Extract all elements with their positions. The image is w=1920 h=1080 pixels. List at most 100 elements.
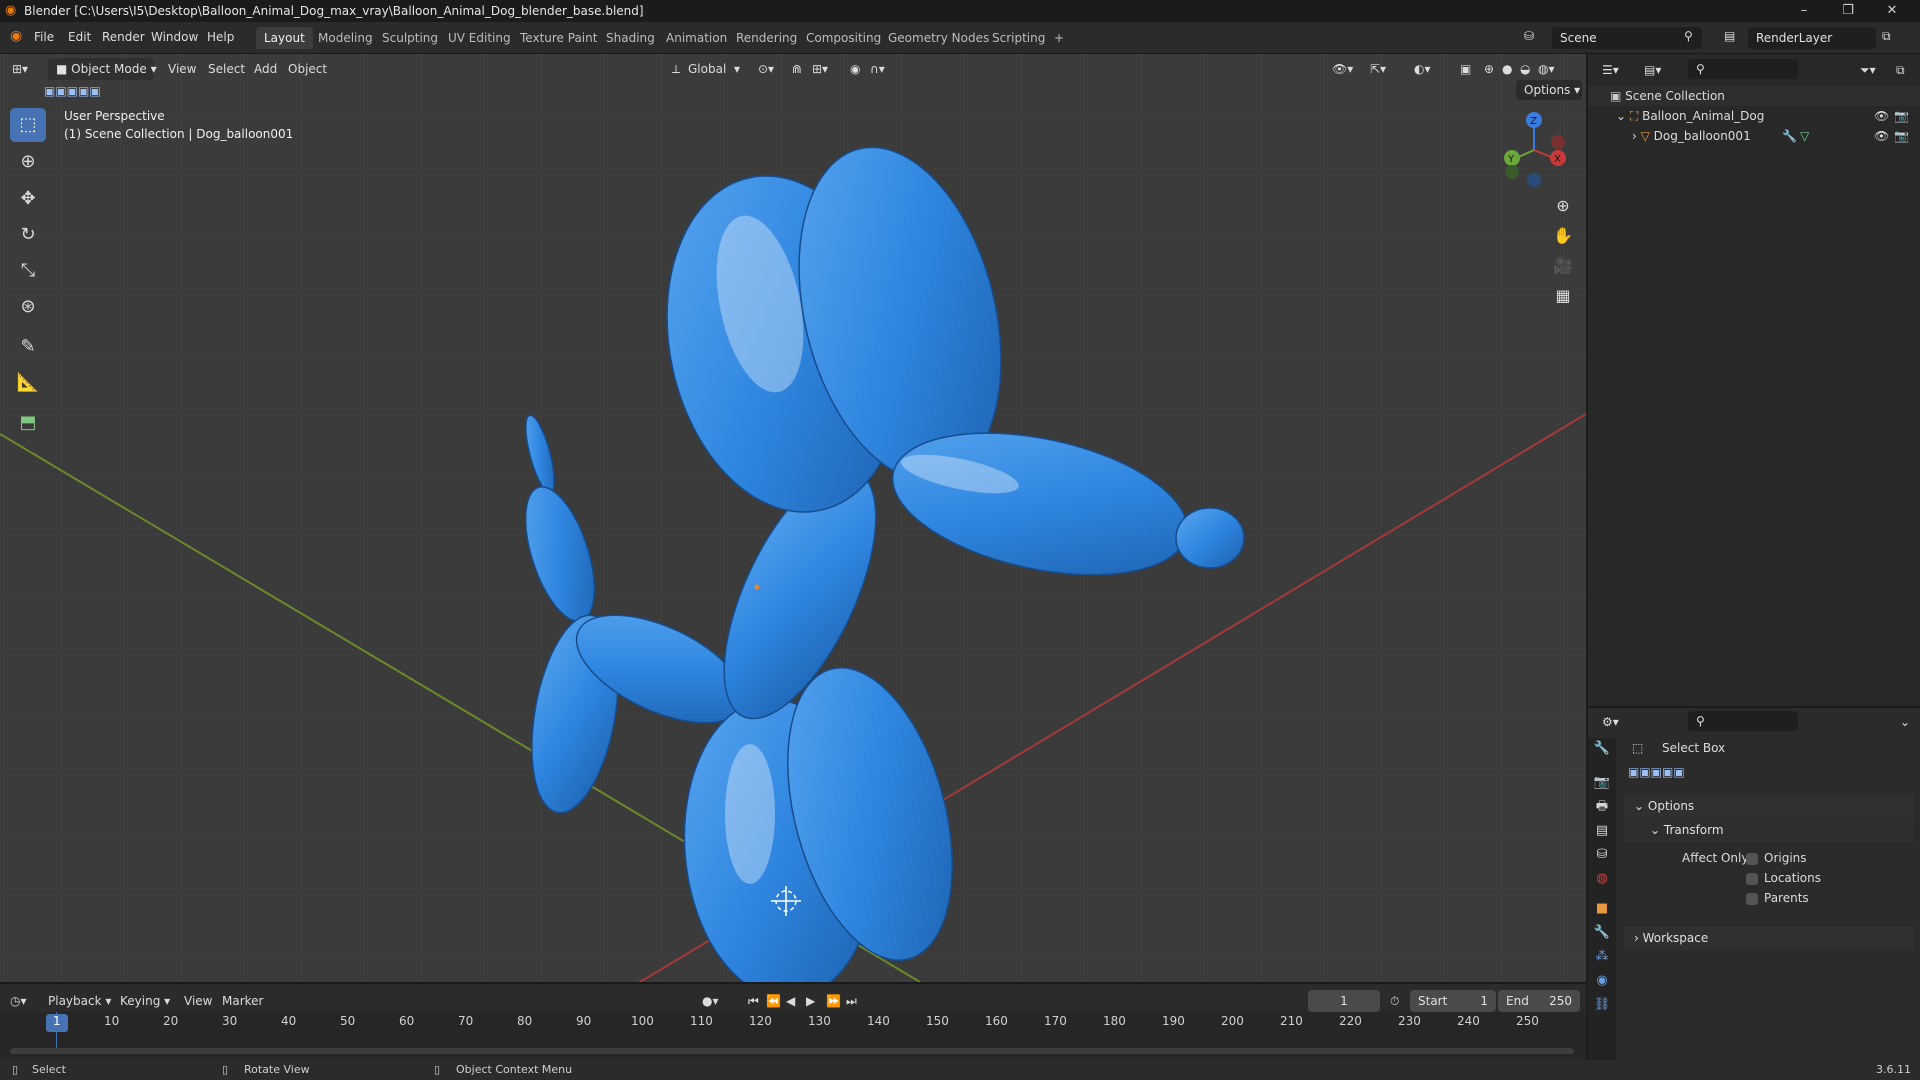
minimize-button[interactable]: –	[1782, 0, 1826, 22]
outliner-row-object[interactable]: › ▽ Dog_balloon001	[1588, 126, 1920, 146]
cursor-tool-icon[interactable]: ⊕	[10, 145, 46, 179]
move-tool-icon[interactable]: ✥	[10, 182, 46, 216]
tab-texture-paint[interactable]: Texture Paint	[512, 27, 605, 49]
editor-type-icon[interactable]: ⊞▾	[12, 58, 28, 80]
checkbox-box[interactable]	[1746, 872, 1758, 885]
timeline-scrollbar[interactable]	[10, 1048, 1574, 1054]
play-icon[interactable]: ▶	[806, 990, 815, 1012]
rotate-tool-icon[interactable]: ↻	[10, 218, 46, 252]
annotate-tool-icon[interactable]: ✎	[10, 330, 46, 364]
collapse-chevron-icon[interactable]: ›	[1632, 129, 1641, 143]
checkbox-box[interactable]	[1746, 852, 1758, 865]
perspective-toggle-icon[interactable]: ▦	[1548, 282, 1578, 310]
pivot-point-icon[interactable]: ⊙▾	[758, 58, 774, 80]
object-render-icon[interactable]: 📷	[1894, 126, 1909, 146]
menu-select[interactable]: Select	[208, 58, 245, 80]
menu-window[interactable]: Window	[151, 30, 198, 44]
options-panel-header[interactable]: ⌄ Options	[1624, 794, 1914, 818]
origins-checkbox[interactable]: Origins	[1746, 848, 1807, 868]
properties-search-input[interactable]: ⚲	[1688, 711, 1798, 731]
jump-end-icon[interactable]: ⏭	[846, 990, 857, 1012]
play-reverse-icon[interactable]: ◀	[786, 990, 795, 1012]
options-dropdown[interactable]: Options ▾	[1516, 80, 1582, 100]
menu-view[interactable]: View	[168, 58, 196, 80]
3d-viewport[interactable]: Z Y X User Perspective (1) Scene Collect…	[0, 54, 1586, 982]
jump-keyframe-back-icon[interactable]: ⏪	[766, 990, 781, 1012]
outliner-editor-icon[interactable]: ☰▾	[1602, 60, 1619, 80]
add-cube-tool-icon[interactable]: ⬒	[10, 406, 46, 440]
timeline-editor-icon[interactable]: ◷▾	[10, 990, 27, 1012]
transform-tool-icon[interactable]: ⊛	[10, 290, 46, 324]
add-workspace-button[interactable]: +	[1046, 27, 1072, 49]
new-collection-icon[interactable]: ⧉	[1896, 60, 1905, 80]
menu-render[interactable]: Render	[102, 30, 145, 44]
tab-scripting[interactable]: Scripting	[984, 27, 1053, 49]
tab-sculpting[interactable]: Sculpting	[374, 27, 446, 49]
current-frame-field[interactable]: 1	[1308, 990, 1380, 1012]
properties-options-chevron-icon[interactable]: ⌄	[1900, 712, 1910, 732]
modifier-tab-icon[interactable]: 🔧	[1592, 922, 1612, 944]
render-tab-icon[interactable]: 📷	[1592, 772, 1612, 794]
tab-animation[interactable]: Animation	[658, 27, 735, 49]
jump-start-icon[interactable]: ⏮	[748, 990, 759, 1012]
menu-edit[interactable]: Edit	[68, 30, 91, 44]
output-tab-icon[interactable]: 🖶	[1592, 796, 1612, 818]
close-button[interactable]: ✕	[1870, 0, 1914, 22]
tool-mode-icons[interactable]: ▣▣▣▣▣	[1628, 762, 1685, 782]
jump-keyframe-forward-icon[interactable]: ⏩	[826, 990, 841, 1012]
select-mode-icons[interactable]: ▣▣▣▣▣	[44, 80, 101, 102]
record-icon[interactable]: ●▾	[702, 990, 719, 1012]
world-tab-icon[interactable]: ◍	[1592, 868, 1612, 890]
view-layer-tab-icon[interactable]: ▤	[1592, 820, 1612, 842]
render-layer-icon[interactable]: ▤	[1724, 29, 1735, 43]
menu-add[interactable]: Add	[254, 58, 277, 80]
scene-tab-icon[interactable]: ⛁	[1592, 844, 1612, 866]
workspace-panel-header[interactable]: › Workspace	[1624, 926, 1914, 950]
tab-shading[interactable]: Shading	[598, 27, 663, 49]
filter-icon[interactable]: ⏷▾	[1860, 60, 1876, 80]
camera-view-icon[interactable]: 🎥	[1548, 252, 1578, 280]
new-layer-icon[interactable]: ⧉	[1882, 29, 1891, 44]
select-box-tool-icon[interactable]: ⬚	[10, 108, 46, 142]
menu-timeline-view[interactable]: View	[184, 990, 212, 1012]
outliner-search-input[interactable]: ⚲	[1688, 59, 1798, 79]
pin-icon[interactable]: ⚲	[1684, 29, 1693, 43]
locations-checkbox[interactable]: Locations	[1746, 868, 1821, 888]
zoom-icon[interactable]: ⊕	[1548, 192, 1578, 220]
measure-tool-icon[interactable]: 📐	[10, 366, 46, 400]
object-tab-icon[interactable]: ■	[1592, 898, 1612, 920]
menu-playback[interactable]: Playback ▾	[48, 990, 111, 1012]
transform-subpanel-header[interactable]: ⌄ Transform	[1624, 818, 1914, 842]
expand-chevron-icon[interactable]: ⌄	[1616, 109, 1630, 123]
stopwatch-icon[interactable]: ⏱	[1390, 990, 1399, 1012]
menu-marker[interactable]: Marker	[222, 990, 263, 1012]
outliner-row-collection[interactable]: ⌄ ⛶ Balloon_Animal_Dog	[1588, 106, 1920, 126]
gizmo-toggle-icon[interactable]: ⇱▾	[1370, 58, 1386, 80]
tab-compositing[interactable]: Compositing	[798, 27, 889, 49]
shading-material-icon[interactable]: ◒	[1520, 58, 1530, 80]
display-mode-icon[interactable]: ▤▾	[1644, 60, 1661, 80]
shading-wireframe-icon[interactable]: ⊕	[1484, 58, 1494, 80]
proportional-edit-icon[interactable]: ◉	[850, 58, 860, 80]
properties-editor-icon[interactable]: ⚙▾	[1602, 712, 1619, 732]
collection-render-icon[interactable]: 📷	[1894, 106, 1909, 126]
tab-rendering[interactable]: Rendering	[728, 27, 805, 49]
tab-modeling[interactable]: Modeling	[310, 27, 381, 49]
mode-dropdown[interactable]: ■ Object Mode ▾	[48, 58, 157, 80]
falloff-icon[interactable]: ∩▾	[870, 58, 885, 80]
mesh-data-icon[interactable]: ▽	[1800, 126, 1809, 146]
snap-icon[interactable]: ⋒	[792, 58, 802, 80]
visibility-icon[interactable]: 👁▾	[1332, 58, 1353, 80]
orientation-dropdown[interactable]: Global	[688, 58, 726, 80]
snap-target-icon[interactable]: ⊞▾	[812, 58, 828, 80]
blender-menu-icon[interactable]: ◉	[10, 28, 22, 44]
menu-help[interactable]: Help	[207, 30, 234, 44]
shading-rendered-icon[interactable]: ◍▾	[1538, 58, 1555, 80]
end-frame-field[interactable]: End 250	[1498, 990, 1580, 1012]
collection-visibility-icon[interactable]: 👁	[1874, 106, 1889, 126]
tab-uv-editing[interactable]: UV Editing	[440, 27, 519, 49]
render-layer-field[interactable]: RenderLayer	[1748, 27, 1876, 49]
checkbox-box[interactable]	[1746, 892, 1758, 905]
physics-tab-icon[interactable]: ◉	[1592, 970, 1612, 992]
menu-file[interactable]: File	[34, 30, 54, 44]
